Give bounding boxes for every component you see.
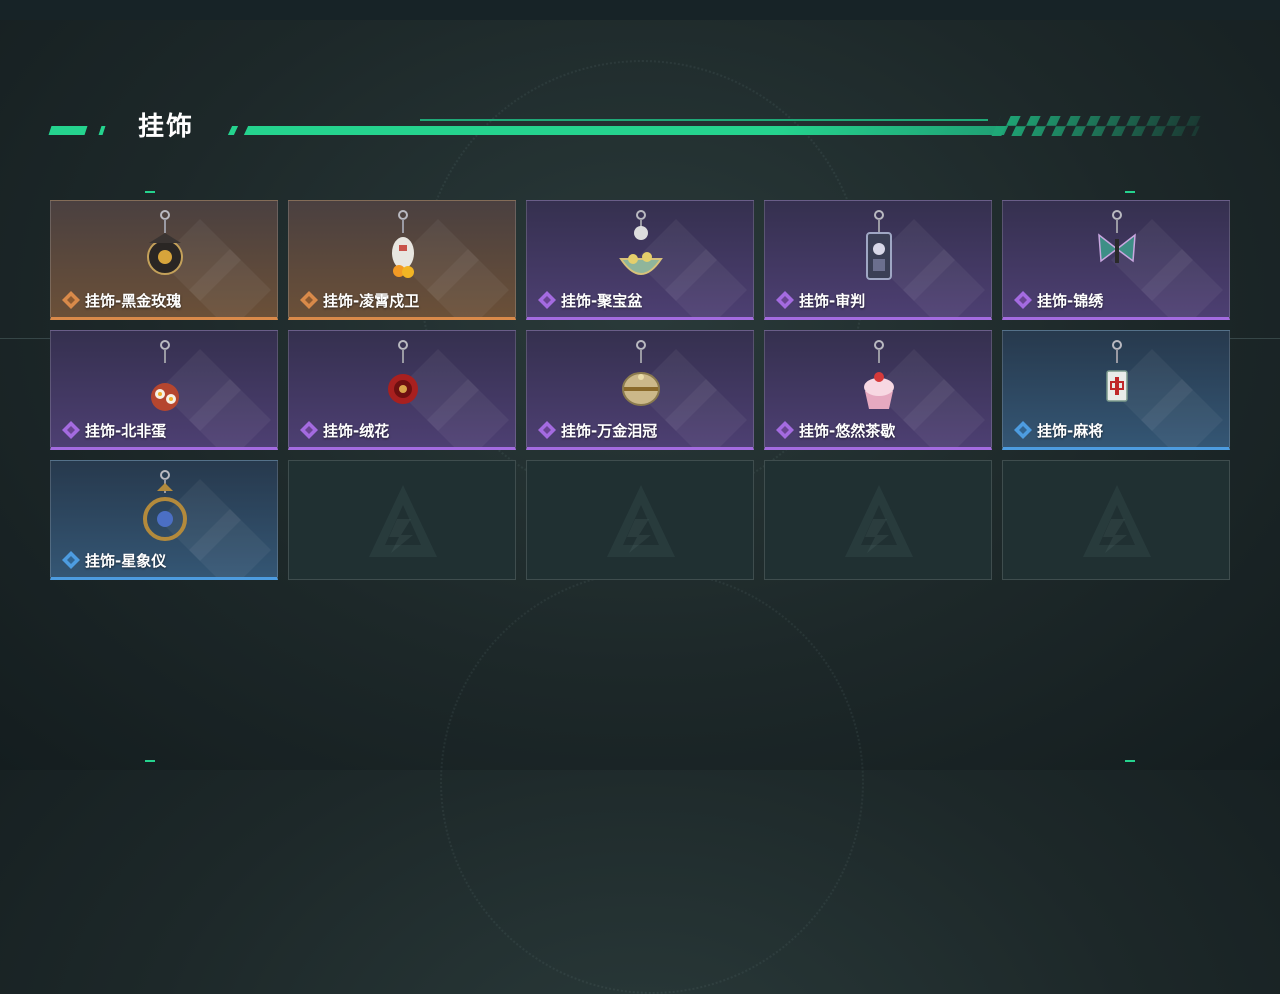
rarity-blue-icon xyxy=(1014,421,1032,439)
treasure-bowl-charm-icon xyxy=(619,210,663,275)
charm-label-row: 挂饰-万金泪冠 xyxy=(537,419,657,441)
rarity-blue-icon xyxy=(62,551,80,569)
empty-slot-logo-icon xyxy=(845,485,913,557)
charm-card[interactable]: 挂饰-黑金玫瑰 xyxy=(50,200,278,320)
right-divider xyxy=(1230,338,1280,339)
rarity-purple-icon xyxy=(776,421,794,439)
header-checker-pattern xyxy=(991,116,1205,136)
header-dash-small-right xyxy=(227,126,239,135)
charm-label-row: 挂饰-黑金玫瑰 xyxy=(61,289,181,311)
charm-name: 挂饰-万金泪冠 xyxy=(561,421,658,440)
rarity-purple-icon xyxy=(538,291,556,309)
rarity-orange-icon xyxy=(62,291,80,309)
charm-name: 挂饰-星象仪 xyxy=(85,551,167,570)
charm-card[interactable]: 挂饰-悠然茶歇 xyxy=(764,330,992,450)
empty-slot[interactable] xyxy=(526,460,754,580)
charm-card[interactable]: 挂饰-北非蛋 xyxy=(50,330,278,450)
charm-label-row: 挂饰-悠然茶歇 xyxy=(775,419,895,441)
charm-grid: 挂饰-黑金玫瑰 挂饰-凌霄戍卫 挂饰-聚宝盆 挂饰-审判 挂饰-锦绣挂饰-北非蛋 挂饰-绒… xyxy=(50,200,1230,580)
rarity-purple-icon xyxy=(1014,291,1032,309)
charm-label-row: 挂饰-聚宝盆 xyxy=(537,289,642,311)
charm-card[interactable]: 挂饰-聚宝盆 xyxy=(526,200,754,320)
charm-name: 挂饰-审判 xyxy=(799,291,866,310)
header-thin-line xyxy=(420,119,988,121)
corner-tick xyxy=(1125,760,1135,762)
empty-slot-logo-icon xyxy=(607,485,675,557)
section-title: 挂饰 xyxy=(138,112,195,142)
empty-slot[interactable] xyxy=(288,460,516,580)
rarity-purple-icon xyxy=(62,421,80,439)
charm-card[interactable]: 挂饰-万金泪冠 xyxy=(526,330,754,450)
charm-label-row: 挂饰-北非蛋 xyxy=(61,419,166,441)
empty-slot-logo-icon xyxy=(1083,485,1151,557)
velvet-flower-charm-icon xyxy=(388,340,418,404)
shakshuka-charm-icon xyxy=(151,340,179,411)
sky-guard-charm-icon xyxy=(392,210,414,278)
golden-crown-charm-icon xyxy=(622,340,660,406)
empty-slot[interactable] xyxy=(764,460,992,580)
charm-name: 挂饰-凌霄戍卫 xyxy=(323,291,420,310)
corner-tick xyxy=(145,191,155,193)
astrolabe-charm-icon xyxy=(143,470,187,541)
judgment-card-charm-icon xyxy=(866,210,892,280)
section-header: 挂饰 xyxy=(48,110,1205,150)
charm-card[interactable]: 挂饰-麻将 xyxy=(1002,330,1230,450)
charm-name: 挂饰-麻将 xyxy=(1037,421,1104,440)
rarity-purple-icon xyxy=(776,291,794,309)
header-dash xyxy=(48,126,88,135)
charm-label-row: 挂饰-绒花 xyxy=(299,419,389,441)
charm-name: 挂饰-聚宝盆 xyxy=(561,291,643,310)
background-ring-bottom xyxy=(440,570,864,994)
rarity-purple-icon xyxy=(538,421,556,439)
charm-name: 挂饰-悠然茶歇 xyxy=(799,421,896,440)
charm-card[interactable]: 挂饰-星象仪 xyxy=(50,460,278,580)
charm-label-row: 挂饰-锦绣 xyxy=(1013,289,1103,311)
charm-label-row: 挂饰-凌霄戍卫 xyxy=(299,289,419,311)
empty-slot[interactable] xyxy=(1002,460,1230,580)
rarity-orange-icon xyxy=(300,291,318,309)
charm-label-row: 挂饰-星象仪 xyxy=(61,549,166,571)
rarity-purple-icon xyxy=(300,421,318,439)
empty-slot-logo-icon xyxy=(369,485,437,557)
corner-tick xyxy=(1125,191,1135,193)
header-accent-bar xyxy=(243,126,1009,135)
cupcake-charm-icon xyxy=(864,340,894,409)
charm-label-row: 挂饰-麻将 xyxy=(1013,419,1103,441)
header-dash-small xyxy=(98,126,106,135)
charm-name: 挂饰-黑金玫瑰 xyxy=(85,291,182,310)
mahjong-tile-charm-icon xyxy=(1106,340,1128,402)
black-gold-rose-charm-icon xyxy=(147,210,183,275)
charm-label-row: 挂饰-审判 xyxy=(775,289,865,311)
charm-card[interactable]: 挂饰-凌霄戍卫 xyxy=(288,200,516,320)
butterfly-charm-icon xyxy=(1098,210,1136,263)
charm-card[interactable]: 挂饰-锦绣 xyxy=(1002,200,1230,320)
charm-card[interactable]: 挂饰-审判 xyxy=(764,200,992,320)
top-bar xyxy=(0,0,1280,20)
corner-tick xyxy=(145,760,155,762)
charm-card[interactable]: 挂饰-绒花 xyxy=(288,330,516,450)
left-divider xyxy=(0,338,50,339)
charm-name: 挂饰-北非蛋 xyxy=(85,421,167,440)
charm-name: 挂饰-锦绣 xyxy=(1037,291,1104,310)
charm-name: 挂饰-绒花 xyxy=(323,421,390,440)
